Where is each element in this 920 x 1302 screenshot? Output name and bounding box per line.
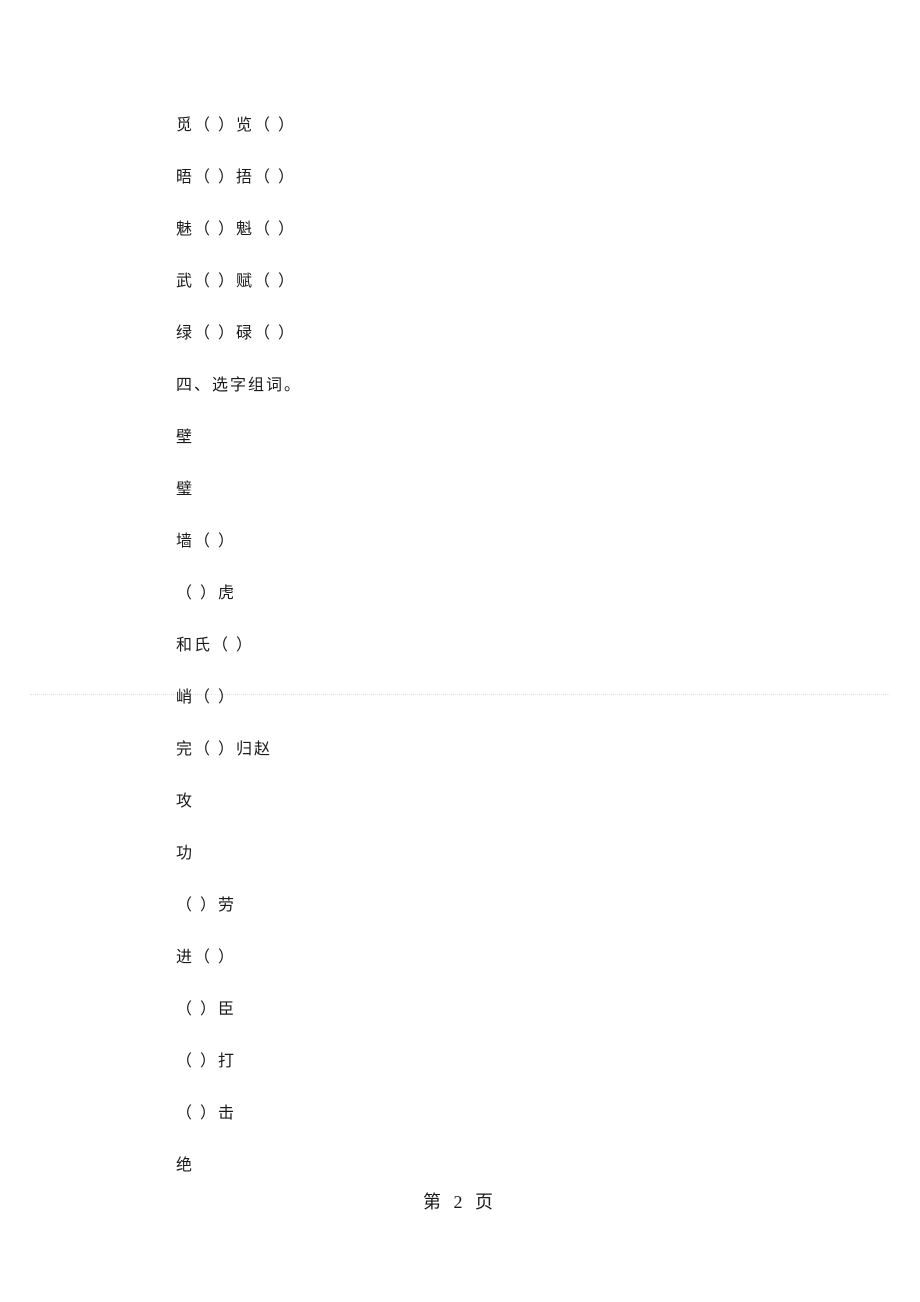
text-line: 武（ ）赋（ ） [176, 270, 776, 294]
text-line: 完（ ）归赵 [176, 738, 776, 762]
text-line: （ ）虎 [176, 582, 776, 606]
text-line: （ ）臣 [176, 998, 776, 1022]
text-line: 绿（ ）碌（ ） [176, 322, 776, 346]
text-line: 觅（ ）览（ ） [176, 114, 776, 138]
text-line: 和氏（ ） [176, 634, 776, 658]
text-line: 墙（ ） [176, 530, 776, 554]
text-line: （ ）劳 [176, 894, 776, 918]
text-line: 绝 [176, 1154, 776, 1178]
text-line: 峭（ ） [176, 686, 776, 710]
text-line: 魅（ ）魁（ ） [176, 218, 776, 242]
text-line: 晤（ ）捂（ ） [176, 166, 776, 190]
section-heading: 四、选字组词。 [176, 374, 776, 398]
text-line: 功 [176, 842, 776, 866]
text-line: （ ）击 [176, 1102, 776, 1126]
text-line: 璧 [176, 478, 776, 502]
text-line: 进（ ） [176, 946, 776, 970]
document-content: 觅（ ）览（ ） 晤（ ）捂（ ） 魅（ ）魁（ ） 武（ ）赋（ ） 绿（ ）… [176, 114, 776, 1206]
text-line: （ ）打 [176, 1050, 776, 1074]
text-line: 攻 [176, 790, 776, 814]
page-number: 第 2 页 [0, 1188, 920, 1214]
text-line: 壁 [176, 426, 776, 450]
